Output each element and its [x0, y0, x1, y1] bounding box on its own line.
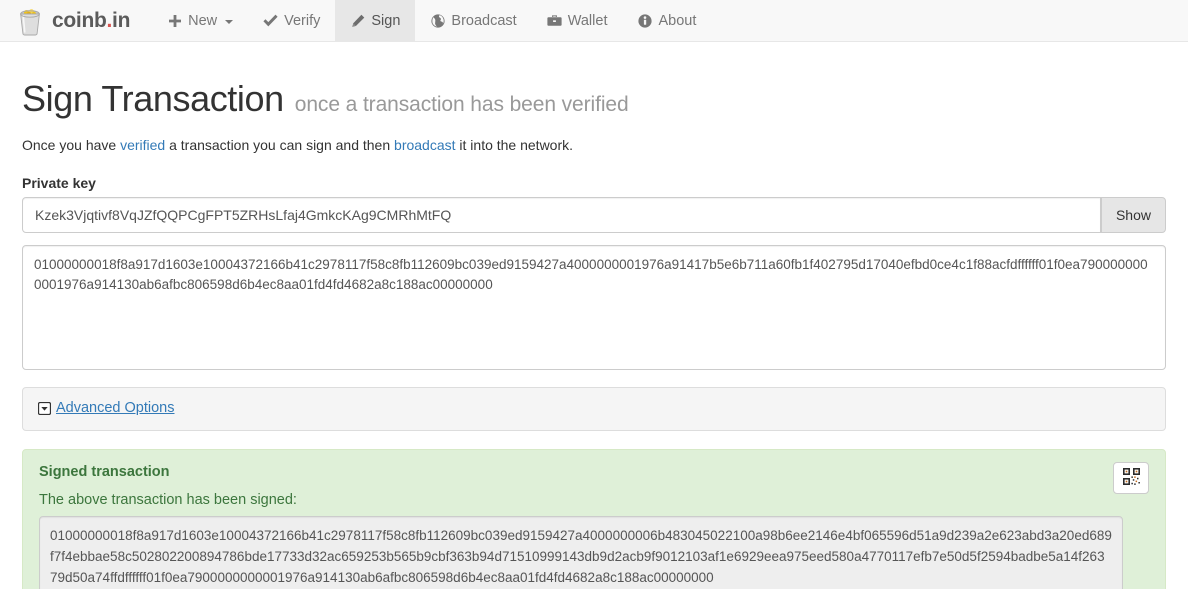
collapse-down-icon — [38, 402, 51, 415]
advanced-options-panel: Advanced Options — [22, 387, 1166, 431]
pencil-icon — [350, 13, 365, 28]
private-key-input[interactable] — [22, 197, 1101, 233]
nav-item-about[interactable]: About — [622, 0, 711, 41]
brand-name: coinb.in — [52, 9, 130, 33]
signed-transaction-subtitle: The above transaction has been signed: — [39, 492, 1149, 508]
briefcase-icon — [547, 13, 562, 28]
advanced-options-toggle[interactable]: Advanced Options — [38, 400, 175, 416]
signed-transaction-panel: Signed transaction The above transaction… — [22, 449, 1166, 589]
globe-icon — [430, 13, 445, 28]
info-circle-icon — [637, 13, 652, 28]
check-icon — [263, 13, 278, 28]
page-title: Sign Transaction — [22, 78, 284, 120]
nav-item-label: About — [658, 13, 696, 29]
lead-text-1: Once you have — [22, 137, 120, 153]
page-lead-text: Once you have verified a transaction you… — [22, 137, 1166, 153]
page-subtitle: once a transaction has been verified — [295, 93, 629, 117]
page-header: Sign Transaction once a transaction has … — [22, 78, 1166, 120]
lead-text-3: it into the network. — [456, 137, 574, 153]
verified-link[interactable]: verified — [120, 137, 165, 153]
signed-transaction-title: Signed transaction — [39, 464, 1149, 480]
brand-logo-link[interactable]: coinb.in — [17, 0, 152, 41]
main-container: Sign Transaction once a transaction has … — [0, 78, 1188, 589]
nav-item-label: Sign — [371, 13, 400, 29]
nav-item-label: Verify — [284, 13, 320, 29]
nav-item-label: New — [188, 13, 217, 29]
top-navbar: coinb.in New Verify Sign — [0, 0, 1188, 42]
qr-code-button[interactable] — [1113, 462, 1149, 494]
advanced-options-label: Advanced Options — [56, 400, 175, 416]
private-key-input-group: Show — [22, 197, 1166, 233]
signed-transaction-textarea[interactable] — [39, 516, 1123, 589]
bucket-of-coins-icon — [17, 6, 43, 36]
chevron-down-icon — [225, 20, 233, 24]
lead-text-2: a transaction you can sign and then — [165, 137, 394, 153]
qr-code-icon — [1123, 468, 1140, 488]
nav-item-broadcast[interactable]: Broadcast — [415, 0, 531, 41]
show-private-key-button[interactable]: Show — [1101, 197, 1166, 233]
nav-item-verify[interactable]: Verify — [248, 0, 335, 41]
nav-items: New Verify Sign — [152, 0, 711, 41]
nav-item-label: Broadcast — [451, 13, 516, 29]
private-key-label: Private key — [22, 175, 1166, 191]
nav-item-label: Wallet — [568, 13, 608, 29]
nav-item-sign[interactable]: Sign — [335, 0, 415, 41]
plus-icon — [167, 13, 182, 28]
broadcast-link[interactable]: broadcast — [394, 137, 455, 153]
transaction-hex-textarea[interactable] — [22, 245, 1166, 370]
nav-item-new[interactable]: New — [152, 0, 248, 41]
nav-item-wallet[interactable]: Wallet — [532, 0, 623, 41]
